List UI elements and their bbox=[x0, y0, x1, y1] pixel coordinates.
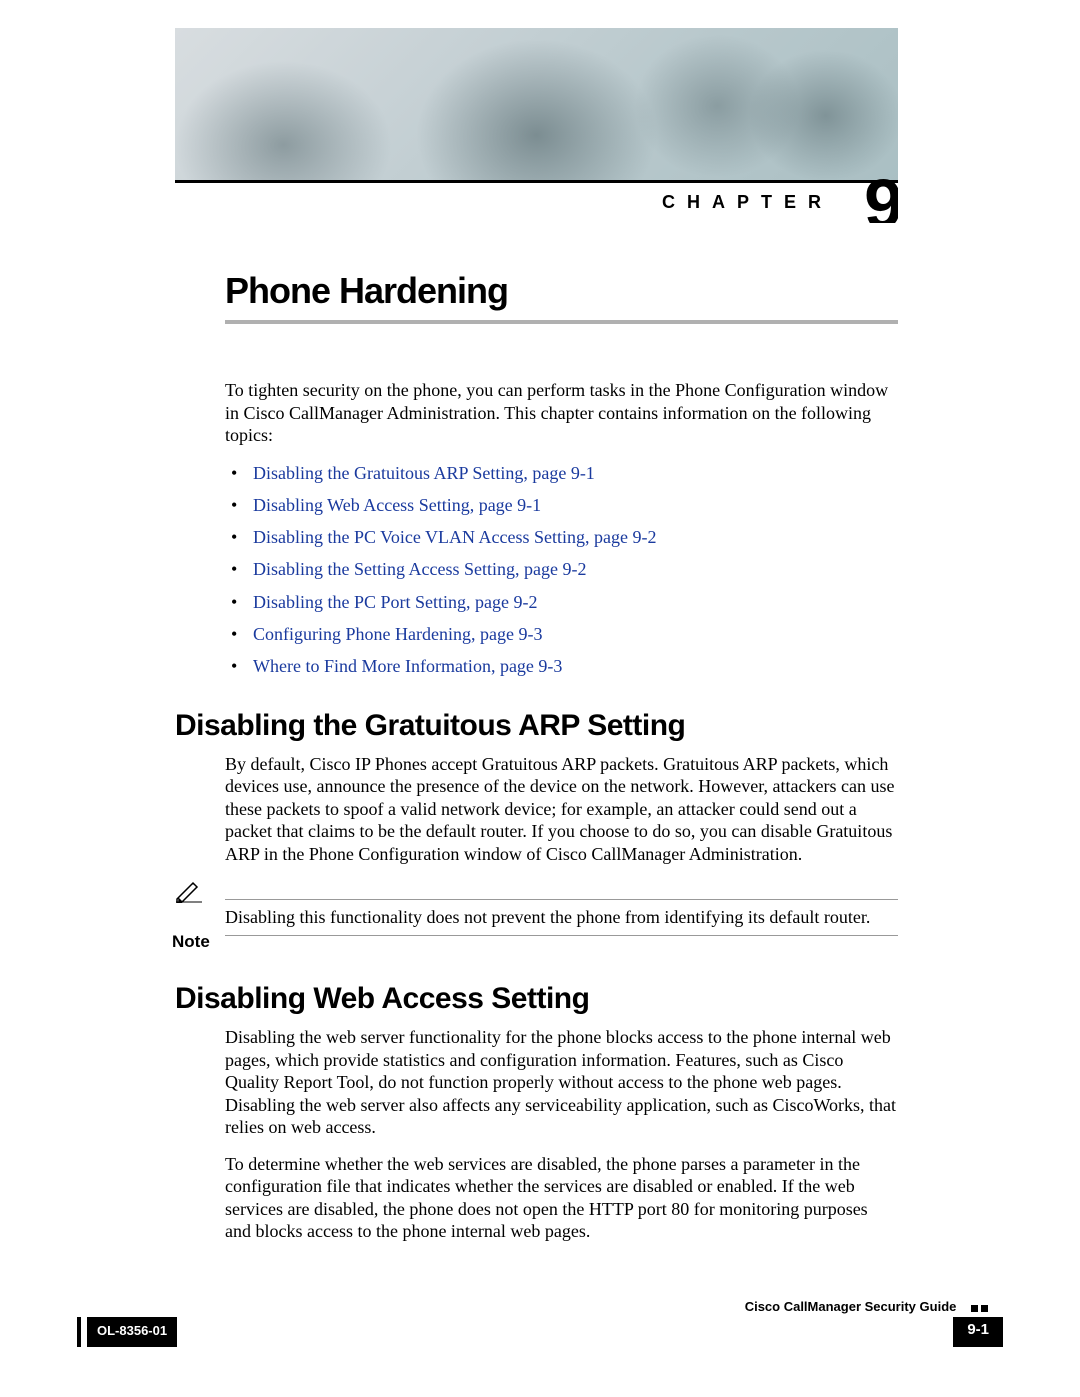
list-item: Disabling the PC Voice VLAN Access Setti… bbox=[225, 525, 898, 549]
note-label: Note bbox=[172, 932, 225, 952]
list-item: Disabling the PC Port Setting, page 9-2 bbox=[225, 590, 898, 614]
section-title-web: Disabling Web Access Setting bbox=[175, 982, 898, 1016]
list-item: Where to Find More Information, page 9-3 bbox=[225, 654, 898, 678]
chapter-title: Phone Hardening bbox=[225, 270, 898, 312]
section-body-arp: By default, Cisco IP Phones accept Gratu… bbox=[225, 753, 898, 866]
footer-guide-title: Cisco CallManager Security Guide bbox=[745, 1299, 957, 1314]
topic-link[interactable]: Disabling the PC Port Setting, page 9-2 bbox=[253, 592, 537, 612]
list-item: Disabling the Gratuitous ARP Setting, pa… bbox=[225, 461, 898, 485]
footer-doc-number: OL-8356-01 bbox=[83, 1317, 177, 1347]
chapter-header-image: CHAPTER 9 bbox=[175, 28, 898, 223]
section-body-web-1: Disabling the web server functionality f… bbox=[225, 1026, 898, 1139]
footer-marker-icon bbox=[968, 1300, 988, 1315]
header-rule bbox=[175, 180, 898, 183]
page-footer: Cisco CallManager Security Guide OL-8356… bbox=[77, 1299, 1003, 1397]
topic-link[interactable]: Disabling the Gratuitous ARP Setting, pa… bbox=[253, 463, 595, 483]
intro-text: To tighten security on the phone, you ca… bbox=[225, 379, 898, 447]
list-item: Disabling the Setting Access Setting, pa… bbox=[225, 557, 898, 581]
topic-link[interactable]: Where to Find More Information, page 9-3 bbox=[253, 656, 562, 676]
topic-link[interactable]: Disabling the Setting Access Setting, pa… bbox=[253, 559, 586, 579]
list-item: Disabling Web Access Setting, page 9-1 bbox=[225, 493, 898, 517]
section-body-web-2: To determine whether the web services ar… bbox=[225, 1153, 898, 1243]
topic-link[interactable]: Configuring Phone Hardening, page 9-3 bbox=[253, 624, 542, 644]
footer-page-number: 9-1 bbox=[953, 1317, 1003, 1347]
title-rule bbox=[225, 320, 898, 324]
note-text: Disabling this functionality does not pr… bbox=[225, 899, 898, 936]
list-item: Configuring Phone Hardening, page 9-3 bbox=[225, 622, 898, 646]
chapter-label: CHAPTER bbox=[662, 192, 833, 213]
chapter-number: 9 bbox=[864, 169, 898, 223]
footer-left-mark-icon bbox=[77, 1317, 81, 1347]
topic-link[interactable]: Disabling Web Access Setting, page 9-1 bbox=[253, 495, 541, 515]
section-title-arp: Disabling the Gratuitous ARP Setting bbox=[175, 709, 898, 743]
note-pencil-icon bbox=[175, 881, 203, 908]
note-block: Note Disabling this functionality does n… bbox=[175, 879, 898, 952]
topic-list: Disabling the Gratuitous ARP Setting, pa… bbox=[225, 461, 898, 679]
topic-link[interactable]: Disabling the PC Voice VLAN Access Setti… bbox=[253, 527, 656, 547]
